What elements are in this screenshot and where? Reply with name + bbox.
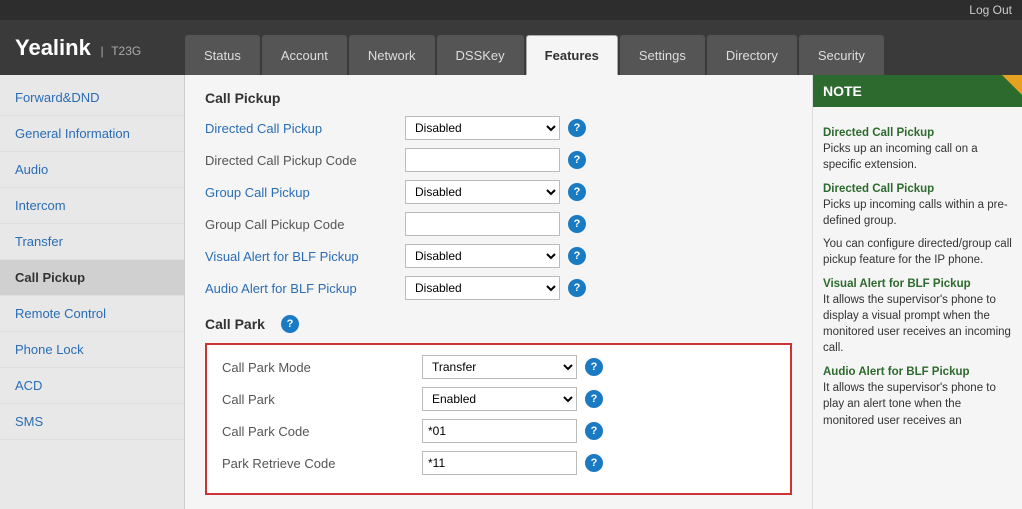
audio-alert-help-icon[interactable]: ?: [568, 279, 586, 297]
visual-alert-help-icon[interactable]: ?: [568, 247, 586, 265]
note-term-4: Audio Alert for BLF Pickup: [823, 364, 1012, 380]
nav-features[interactable]: Features: [526, 35, 618, 75]
visual-alert-select[interactable]: DisabledEnabled: [405, 244, 560, 268]
nav-settings[interactable]: Settings: [620, 35, 705, 75]
park-retrieve-code-input[interactable]: [422, 451, 577, 475]
logo-area: Yealink | T23G: [0, 35, 185, 61]
note-text-4: It allows the supervisor's phone to play…: [823, 380, 1012, 428]
nav-security[interactable]: Security: [799, 35, 884, 75]
main-layout: Forward&DND General Information Audio In…: [0, 75, 1022, 509]
nav-directory[interactable]: Directory: [707, 35, 797, 75]
directed-call-pickup-select[interactable]: DisabledEnabled: [405, 116, 560, 140]
directed-call-pickup-label: Directed Call Pickup: [205, 121, 405, 136]
audio-alert-select[interactable]: DisabledEnabled: [405, 276, 560, 300]
note-header: NOTE: [813, 75, 1022, 107]
sidebar-item-general-info[interactable]: General Information: [0, 116, 184, 152]
call-park-mode-help-icon[interactable]: ?: [585, 358, 603, 376]
park-retrieve-code-help-icon[interactable]: ?: [585, 454, 603, 472]
note-term-2: Directed Call Pickup: [823, 181, 1012, 197]
nav-dsskey[interactable]: DSSKey: [437, 35, 524, 75]
directed-call-pickup-code-row: Directed Call Pickup Code ?: [205, 148, 792, 172]
note-extra-1: You can configure directed/group call pi…: [823, 236, 1012, 268]
park-retrieve-code-row: Park Retrieve Code ?: [222, 451, 775, 475]
note-content: Directed Call Pickup Picks up an incomin…: [813, 107, 1022, 506]
directed-call-pickup-code-input[interactable]: [405, 148, 560, 172]
park-retrieve-code-label: Park Retrieve Code: [222, 456, 422, 471]
brand-name: Yealink: [15, 35, 91, 60]
topbar: Yealink | T23G Status Account Network DS…: [0, 20, 1022, 75]
group-call-pickup-code-row: Group Call Pickup Code ?: [205, 212, 792, 236]
call-park-help-icon[interactable]: ?: [585, 390, 603, 408]
call-park-code-help-icon[interactable]: ?: [585, 422, 603, 440]
call-park-mode-select[interactable]: TransferLocal: [422, 355, 577, 379]
nav-status[interactable]: Status: [185, 35, 260, 75]
note-term-3: Visual Alert for BLF Pickup: [823, 276, 1012, 292]
call-park-code-label: Call Park Code: [222, 424, 422, 439]
sidebar-item-transfer[interactable]: Transfer: [0, 224, 184, 260]
audio-alert-label: Audio Alert for BLF Pickup: [205, 281, 405, 296]
main-content: Call Pickup Directed Call Pickup Disable…: [185, 75, 812, 509]
group-call-pickup-code-help-icon[interactable]: ?: [568, 215, 586, 233]
nav-account[interactable]: Account: [262, 35, 347, 75]
group-call-pickup-code-input[interactable]: [405, 212, 560, 236]
call-park-label: Call Park: [222, 392, 422, 407]
group-call-pickup-help-icon[interactable]: ?: [568, 183, 586, 201]
group-call-pickup-label: Group Call Pickup: [205, 185, 405, 200]
logout-link[interactable]: Log Out: [969, 3, 1012, 17]
directed-call-pickup-code-help-icon[interactable]: ?: [568, 151, 586, 169]
sidebar-item-call-pickup[interactable]: Call Pickup: [0, 260, 184, 296]
nav-network[interactable]: Network: [349, 35, 435, 75]
note-text-1: Picks up an incoming call on a specific …: [823, 141, 1012, 173]
note-panel: NOTE Directed Call Pickup Picks up an in…: [812, 75, 1022, 509]
note-text-3: It allows the supervisor's phone to disp…: [823, 292, 1012, 356]
call-park-box: Call Park Mode TransferLocal ? Call Park…: [205, 343, 792, 495]
model-name: T23G: [111, 44, 141, 58]
call-park-header: Call Park ?: [205, 315, 792, 333]
call-park-row: Call Park EnabledDisabled ?: [222, 387, 775, 411]
directed-call-pickup-row: Directed Call Pickup DisabledEnabled ?: [205, 116, 792, 140]
sidebar-item-intercom[interactable]: Intercom: [0, 188, 184, 224]
note-text-2: Picks up incoming calls within a pre-def…: [823, 197, 1012, 229]
call-park-select[interactable]: EnabledDisabled: [422, 387, 577, 411]
sidebar-item-phone-lock[interactable]: Phone Lock: [0, 332, 184, 368]
directed-call-pickup-help-icon[interactable]: ?: [568, 119, 586, 137]
call-park-code-row: Call Park Code ?: [222, 419, 775, 443]
note-term-1: Directed Call Pickup: [823, 125, 1012, 141]
call-park-title-help-icon[interactable]: ?: [281, 315, 299, 333]
sidebar: Forward&DND General Information Audio In…: [0, 75, 185, 509]
group-call-pickup-row: Group Call Pickup DisabledEnabled ?: [205, 180, 792, 204]
call-park-title: Call Park: [205, 316, 265, 332]
main-nav: Status Account Network DSSKey Features S…: [185, 20, 886, 75]
visual-alert-label: Visual Alert for BLF Pickup: [205, 249, 405, 264]
sidebar-item-acd[interactable]: ACD: [0, 368, 184, 404]
visual-alert-row: Visual Alert for BLF Pickup DisabledEnab…: [205, 244, 792, 268]
call-park-code-input[interactable]: [422, 419, 577, 443]
group-call-pickup-select[interactable]: DisabledEnabled: [405, 180, 560, 204]
directed-call-pickup-code-label: Directed Call Pickup Code: [205, 153, 405, 168]
call-park-mode-label: Call Park Mode: [222, 360, 422, 375]
sidebar-item-sms[interactable]: SMS: [0, 404, 184, 440]
sidebar-item-remote-control[interactable]: Remote Control: [0, 296, 184, 332]
header-bar: Log Out: [0, 0, 1022, 20]
call-pickup-title: Call Pickup: [205, 90, 792, 106]
sidebar-item-audio[interactable]: Audio: [0, 152, 184, 188]
call-park-mode-row: Call Park Mode TransferLocal ?: [222, 355, 775, 379]
group-call-pickup-code-label: Group Call Pickup Code: [205, 217, 405, 232]
sidebar-item-forward-dnd[interactable]: Forward&DND: [0, 80, 184, 116]
audio-alert-row: Audio Alert for BLF Pickup DisabledEnabl…: [205, 276, 792, 300]
